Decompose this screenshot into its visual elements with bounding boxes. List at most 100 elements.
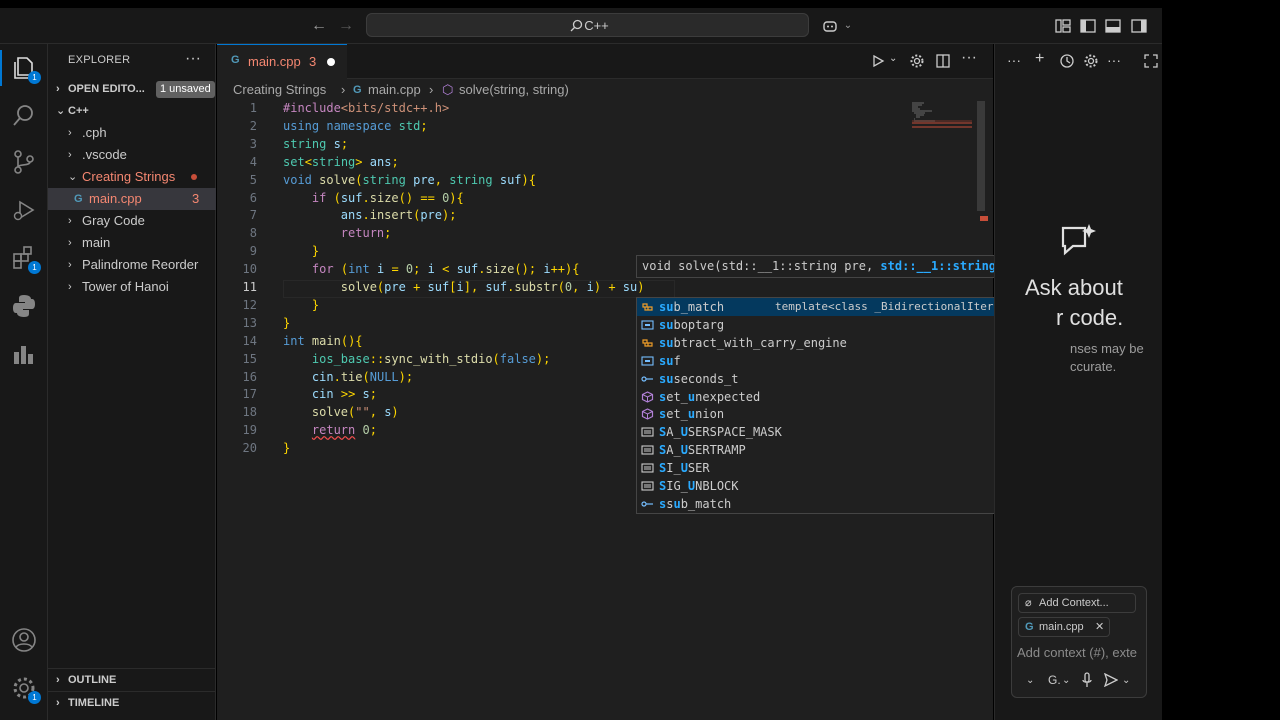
- breadcrumb-file[interactable]: main.cpp: [368, 79, 421, 101]
- tree-item-palindrome-reorder[interactable]: › Palindrome Reorder: [48, 254, 216, 276]
- more-actions-icon[interactable]: ···: [1007, 52, 1021, 68]
- chat-sparkle-icon: [1061, 224, 1096, 256]
- gear-icon[interactable]: [1083, 53, 1099, 69]
- chevron-right-icon: ›: [68, 281, 72, 293]
- tree-item-main[interactable]: › main: [48, 232, 216, 254]
- suggestion-label: sub_match: [659, 300, 725, 314]
- tree-item-creating-strings[interactable]: ⌄ Creating Strings: [48, 166, 216, 188]
- chevron-right-icon: ›: [56, 83, 60, 95]
- minimap[interactable]: [910, 101, 992, 221]
- line-number: 18: [242, 405, 257, 420]
- method-icon: [641, 408, 654, 421]
- paperclip-icon: ⌀: [1025, 597, 1032, 609]
- tree-item-cph[interactable]: › .cph: [48, 122, 216, 144]
- python-icon[interactable]: [10, 292, 38, 320]
- run-chevron-icon[interactable]: ⌄: [889, 53, 897, 64]
- toggle-panel-icon[interactable]: [1104, 17, 1122, 35]
- chevron-down-icon: ⌄: [68, 171, 78, 183]
- gear-icon[interactable]: [909, 53, 925, 69]
- signature-prefix: void solve(std::__1::string pre,: [642, 259, 881, 273]
- code-line: solve("", s): [311, 405, 399, 420]
- chevron-right-icon: ›: [429, 82, 434, 97]
- code-line: return;: [340, 226, 392, 241]
- copilot-chevron-icon[interactable]: ⌄: [838, 16, 858, 36]
- code-line: return 0;: [311, 423, 377, 438]
- back-arrow-icon[interactable]: ←: [309, 16, 329, 36]
- line-number: 12: [242, 297, 257, 312]
- typedef-icon: [641, 501, 653, 507]
- search-label: C++: [584, 18, 609, 33]
- code-line: cin.tie(NULL);: [311, 369, 414, 384]
- tree-item-main-cpp[interactable]: G main.cpp 3: [48, 188, 216, 210]
- suggestion-label: suboptarg: [659, 317, 725, 332]
- more-actions-icon[interactable]: ···: [1107, 52, 1121, 68]
- chat-input-field[interactable]: Add context (#), exte: [1017, 645, 1143, 660]
- chevron-right-icon: ›: [341, 82, 346, 97]
- tree-item-tower-of-hanoi[interactable]: › Tower of Hanoi: [48, 276, 216, 298]
- chevron-right-icon: ›: [56, 697, 60, 709]
- breadcrumb-folder[interactable]: Creating Strings: [233, 79, 326, 101]
- explorer-icon[interactable]: 1: [10, 54, 41, 84]
- breadcrumb-symbol[interactable]: solve(string, string): [459, 79, 569, 101]
- code-line: for (int i = 0; i < suf.size(); i++){: [311, 262, 580, 277]
- run-icon[interactable]: [871, 54, 885, 68]
- toggle-secondary-sidebar-icon[interactable]: [1130, 17, 1148, 35]
- tab-label: main.cpp: [248, 54, 301, 69]
- toggle-primary-sidebar-icon[interactable]: [1079, 17, 1097, 35]
- tree-item-gray-code[interactable]: › Gray Code: [48, 210, 216, 232]
- account-icon[interactable]: [10, 626, 38, 654]
- tree-item-vscode[interactable]: › .vscode: [48, 144, 216, 166]
- chevron-down-icon[interactable]: ⌄: [1122, 675, 1130, 686]
- line-number: 7: [249, 208, 257, 223]
- new-chat-plus-icon[interactable]: +: [1035, 50, 1044, 68]
- unsaved-dot-icon[interactable]: [327, 58, 335, 66]
- send-icon[interactable]: [1104, 673, 1118, 687]
- outline-section[interactable]: › OUTLINE: [48, 669, 216, 691]
- customize-layout-icon[interactable]: [1054, 17, 1072, 35]
- more-actions-icon[interactable]: ···: [961, 49, 977, 67]
- problem-count: 3: [192, 191, 200, 206]
- split-editor-icon[interactable]: [935, 53, 951, 69]
- command-center-search[interactable]: C++: [366, 13, 809, 37]
- chart-icon[interactable]: [10, 340, 38, 368]
- code-line: #include<bits/stdc++.h>: [283, 101, 450, 115]
- cpp-file-icon: G: [74, 193, 83, 205]
- variable-icon: [641, 320, 654, 330]
- more-actions-icon[interactable]: ···: [185, 50, 201, 68]
- parameter-hint: void solve(std::__1::string pre, std::__…: [636, 255, 1036, 278]
- error-dot: [191, 174, 197, 180]
- maximize-icon[interactable]: [1143, 53, 1159, 69]
- line-number: 8: [249, 226, 257, 241]
- settings-gear-icon[interactable]: 1: [10, 674, 41, 704]
- history-icon[interactable]: [1059, 53, 1075, 69]
- context-file-pill[interactable]: G main.cpp ✕: [1018, 617, 1110, 637]
- chevron-down-icon[interactable]: ⌄: [1026, 675, 1034, 686]
- workspace-root[interactable]: ⌄ C++: [48, 100, 216, 122]
- source-control-icon[interactable]: [10, 148, 38, 176]
- close-icon[interactable]: ✕: [1095, 618, 1104, 636]
- line-number: 20: [242, 441, 257, 456]
- chevron-down-icon: ⌄: [1062, 675, 1071, 686]
- workspace-root-label: C++: [68, 105, 89, 117]
- chat-heading-line2: r code.: [1056, 305, 1124, 330]
- tree-item-label: Gray Code: [82, 213, 145, 228]
- suggestion-label: subtract_with_carry_engine: [659, 335, 847, 350]
- top-black-bar: [0, 0, 1162, 8]
- line-number: 11: [242, 280, 257, 294]
- constant-icon: [641, 481, 654, 491]
- microphone-icon[interactable]: [1081, 672, 1093, 688]
- explorer-title: EXPLORER: [68, 54, 131, 66]
- constant-icon: [641, 427, 654, 437]
- extensions-icon[interactable]: 1: [10, 244, 41, 274]
- method-icon: [641, 390, 654, 403]
- run-debug-icon[interactable]: [10, 196, 38, 224]
- model-picker[interactable]: G.: [1048, 673, 1061, 687]
- search-icon[interactable]: [10, 102, 38, 130]
- tab-main-cpp[interactable]: G main.cpp 3: [217, 44, 347, 79]
- cpp-file-icon: G: [353, 84, 362, 96]
- unsaved-badge: 1 unsaved: [156, 81, 215, 98]
- breadcrumb: Creating Strings › G main.cpp › ⬡ solve(…: [217, 79, 993, 101]
- forward-arrow-icon[interactable]: →: [336, 16, 356, 36]
- add-context-button[interactable]: ⌀ Add Context...: [1018, 593, 1136, 613]
- timeline-section[interactable]: › TIMELINE: [48, 691, 216, 713]
